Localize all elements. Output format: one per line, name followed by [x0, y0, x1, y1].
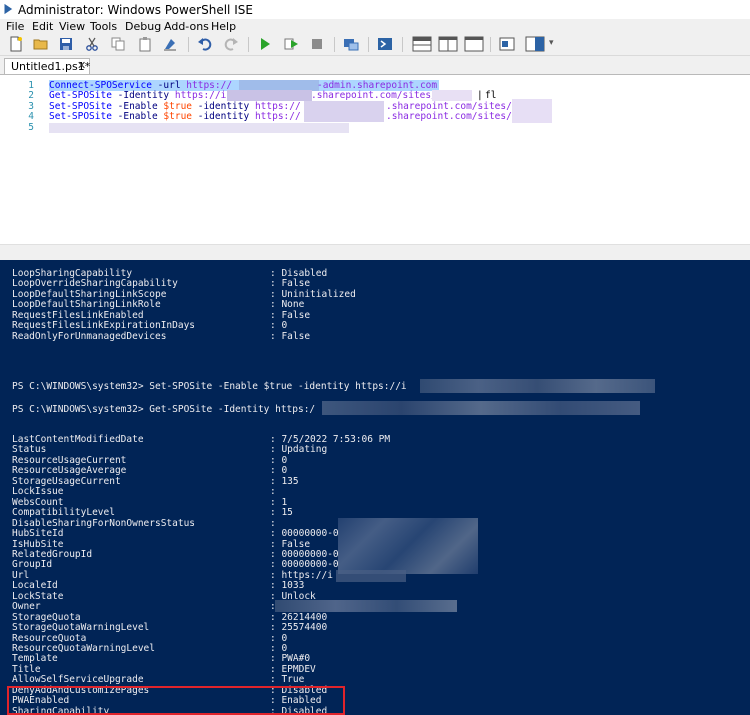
layout-max-icon[interactable]	[464, 36, 484, 52]
menu-debug[interactable]: Debug	[125, 20, 161, 33]
stop-icon[interactable]	[309, 36, 325, 52]
cut-icon[interactable]	[84, 36, 100, 52]
console-prop-key: Status	[12, 444, 47, 455]
menu-help[interactable]: Help	[211, 20, 236, 33]
run-icon[interactable]	[257, 36, 273, 52]
console-prop-value: : 00000000-0	[270, 559, 339, 570]
line-number: 4	[28, 111, 34, 122]
menu-tools[interactable]: Tools	[90, 20, 117, 33]
save-icon[interactable]	[58, 36, 74, 52]
console-prop-value: : 1033	[270, 580, 305, 591]
redacted-url	[322, 401, 640, 415]
console-prop-key: ResourceUsageAverage	[12, 465, 127, 476]
console-prompt-line: PS C:\WINDOWS\system32> Get-SPOSite -Ide…	[12, 404, 316, 415]
script-editor[interactable]: 1 2 3 4 5 Connect-SPOService -url https:…	[0, 74, 750, 244]
console-prop-value: : 25574400	[270, 622, 328, 633]
toolbar-separator	[248, 37, 249, 52]
console-prop-key: StorageQuotaWarningLevel	[12, 622, 150, 633]
code-line-4[interactable]: Set-SPOSite -Enable $true -identity http…	[49, 109, 552, 123]
clear-icon[interactable]	[162, 36, 178, 52]
highlight-box	[7, 686, 345, 715]
copy-icon[interactable]	[110, 36, 126, 52]
layout-top-icon[interactable]	[412, 36, 432, 52]
redo-icon[interactable]	[223, 36, 239, 52]
tab-strip: Untitled1.ps1* ✕	[0, 56, 750, 74]
console-prop-value: : Updating	[270, 444, 328, 455]
console-prop-key: LoopOverrideSharingCapability	[12, 278, 178, 289]
console-prop-value: : 00000000-0	[270, 528, 339, 539]
console-prop-key: ReadOnlyForUnmanagedDevices	[12, 331, 167, 342]
show-commands-icon[interactable]	[499, 36, 515, 52]
console-prop-value: : False	[270, 331, 311, 342]
line-number: 5	[28, 122, 34, 133]
console-prop-key: LoopDefaultSharingLinkRole	[12, 299, 161, 310]
remote-tab-icon[interactable]	[343, 36, 359, 52]
menu-bar: File Edit View Tools Debug Add-ons Help	[0, 19, 750, 33]
console-prop-key: RequestFilesLinkExpirationInDays	[12, 320, 196, 331]
new-file-icon[interactable]	[8, 36, 24, 52]
console-prop-key: Template	[12, 653, 58, 664]
redacted-owner	[275, 600, 457, 612]
console-prop-key: CompatibilityLevel	[12, 507, 115, 518]
redacted-ids	[338, 518, 478, 574]
toolbar-separator	[334, 37, 335, 52]
open-folder-icon[interactable]	[33, 36, 49, 52]
powershell-icon[interactable]	[377, 36, 393, 52]
toolbar: ▾	[0, 33, 750, 56]
console-prop-key: GroupId	[12, 559, 53, 570]
toolbar-separator	[368, 37, 369, 52]
console-prop-value: : 0	[270, 465, 288, 476]
powershell-ise-app-icon	[3, 2, 14, 16]
title-bar: Administrator: Windows PowerShell ISE	[0, 0, 750, 19]
window-title: Administrator: Windows PowerShell ISE	[18, 3, 253, 17]
console-prop-key: AllowSelfServiceUpgrade	[12, 674, 144, 685]
code-line-2[interactable]: Get-SPOSite -Identity https://i .sharepoi…	[49, 90, 496, 101]
tab-untitled1[interactable]: Untitled1.ps1* ✕	[4, 58, 90, 74]
console-prop-key: Owner	[12, 601, 41, 612]
console-prop-key: LocaleId	[12, 580, 58, 591]
pane-splitter[interactable]	[0, 244, 750, 260]
console-prop-value: : PWA#0	[270, 653, 311, 664]
console-prop-value: : None	[270, 299, 305, 310]
toolbar-separator	[402, 37, 403, 52]
layout-right-icon[interactable]	[438, 36, 458, 52]
paste-icon[interactable]	[137, 36, 153, 52]
menu-view[interactable]: View	[59, 20, 85, 33]
console-prop-value: :	[270, 486, 276, 497]
line-number-gutter: 1 2 3 4 5	[0, 75, 38, 244]
toolbar-overflow-icon[interactable]: ▾	[549, 38, 554, 48]
toolbar-separator	[490, 37, 491, 52]
line-number: 2	[28, 90, 34, 101]
undo-icon[interactable]	[197, 36, 213, 52]
close-icon[interactable]: ✕	[77, 59, 86, 72]
console-prop-key: HubSiteId	[12, 528, 64, 539]
console-prop-value: : 0	[270, 320, 288, 331]
menu-file[interactable]: File	[6, 20, 24, 33]
console-prop-key: LockIssue	[12, 486, 64, 497]
menu-addons[interactable]: Add-ons	[164, 20, 209, 33]
console-prop-value: : 15	[270, 507, 293, 518]
show-addon-icon[interactable]	[525, 36, 545, 52]
redacted-code-line-5	[49, 123, 349, 133]
redacted-url	[336, 570, 406, 582]
console-prop-value: : True	[270, 674, 305, 685]
menu-edit[interactable]: Edit	[32, 20, 53, 33]
redacted-url	[420, 379, 655, 393]
console-pane[interactable]: LoopSharingCapability : Disabled LoopOve…	[0, 260, 750, 715]
run-selection-icon[interactable]	[283, 36, 299, 52]
toolbar-separator	[188, 37, 189, 52]
console-prop-value: : False	[270, 278, 311, 289]
console-prompt-line: PS C:\WINDOWS\system32> Set-SPOSite -Ena…	[12, 381, 407, 392]
